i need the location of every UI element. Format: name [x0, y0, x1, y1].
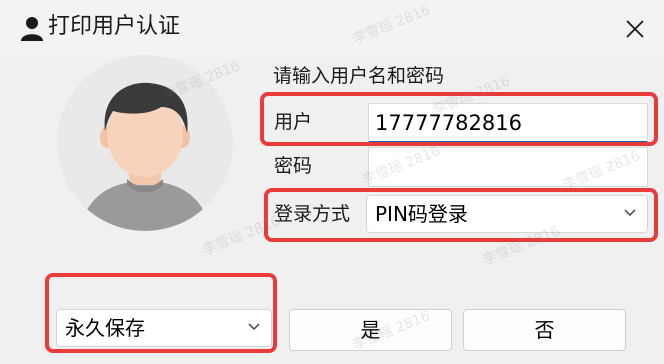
login-method-value: PIN码登录	[375, 202, 468, 226]
login-prompt: 请输入用户名和密码	[273, 65, 445, 87]
avatar	[57, 55, 233, 231]
save-option-select[interactable]: 永久保存	[56, 309, 272, 347]
chevron-down-icon	[624, 209, 636, 217]
yes-button[interactable]: 是	[289, 309, 452, 351]
default-avatar	[57, 55, 233, 231]
password-label: 密码	[274, 155, 313, 177]
window-title: 打印用户认证	[48, 14, 181, 39]
user-label: 用户	[274, 111, 313, 133]
user-icon	[21, 17, 43, 41]
save-option-value: 永久保存	[65, 316, 145, 340]
no-button[interactable]: 否	[463, 309, 626, 351]
chevron-down-icon	[248, 323, 260, 331]
title-bar: 打印用户认证	[0, 0, 664, 58]
login-method-select[interactable]: PIN码登录	[366, 195, 648, 233]
login-method-label: 登录方式	[274, 203, 351, 225]
close-button[interactable]	[606, 0, 664, 58]
user-input[interactable]: 17777782816	[368, 103, 648, 143]
password-input[interactable]	[368, 147, 648, 187]
print-auth-dialog: 打印用户认证 请输入用户名和密码 用户 17777782816 密码 登录方式 …	[0, 0, 664, 364]
watermark: 李雪瑶 2816	[200, 213, 283, 259]
close-icon	[626, 20, 644, 38]
